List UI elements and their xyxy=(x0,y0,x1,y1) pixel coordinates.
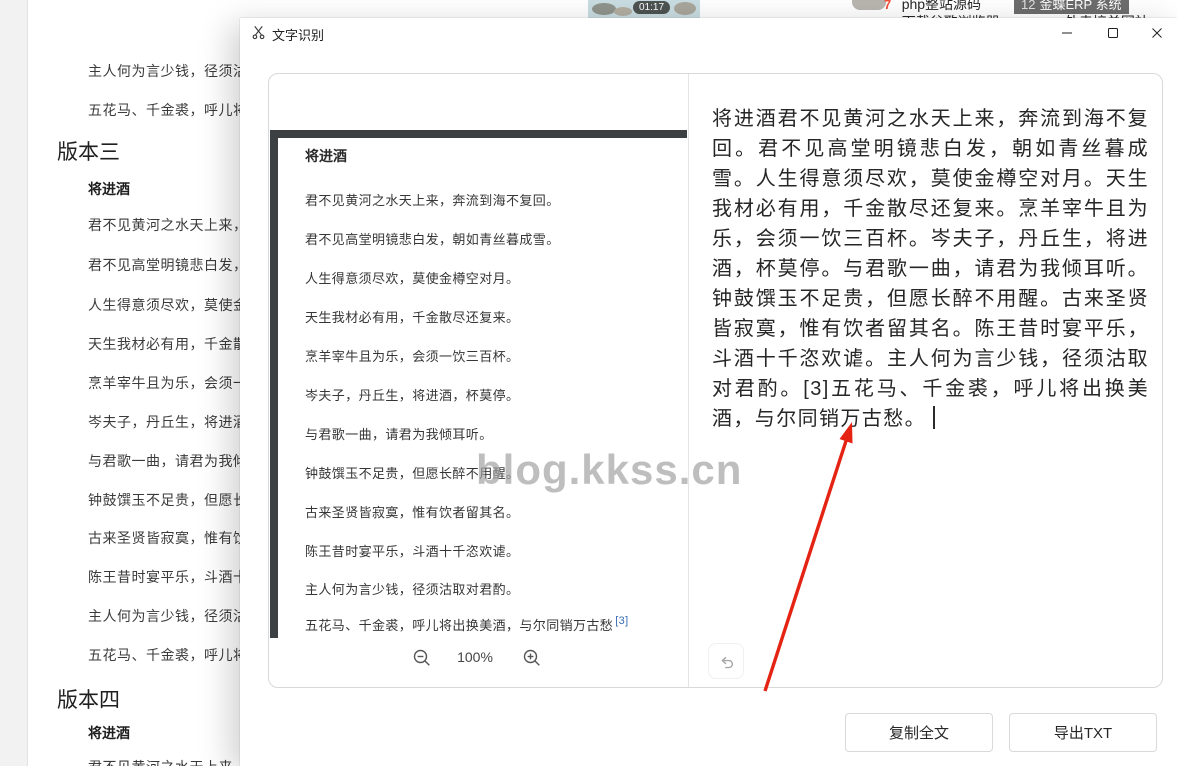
zoom-out-button[interactable] xyxy=(410,646,432,668)
preview-line: 五花马、千金裘，呼儿将出换美酒，与尔同销万古愁[3] xyxy=(305,615,629,632)
preview-page-edge-top xyxy=(270,130,687,138)
preview-line: 钟鼓馔玉不足贵，但愿长醉不用醒。 xyxy=(305,463,519,482)
preview-line: 君不见黄河之水天上来，奔流到海不复回。 xyxy=(305,190,560,209)
zoom-in-button[interactable] xyxy=(520,646,542,668)
thumbnail-shape xyxy=(674,2,696,15)
thumbnail-shape xyxy=(614,7,632,16)
preview-line: 烹羊宰牛且为乐，会须一饮三百杯。 xyxy=(305,346,519,365)
thumbnail-shape xyxy=(592,3,616,15)
background-left-gutter xyxy=(0,0,28,766)
preview-line: 君不见高堂明镜悲白发，朝如青丝暮成雪。 xyxy=(305,229,560,248)
bg-doc-section-heading: 版本三 xyxy=(57,136,120,166)
zoom-in-icon xyxy=(522,648,541,667)
close-button[interactable] xyxy=(1134,18,1177,48)
reference-mark[interactable]: [3] xyxy=(615,615,628,627)
maximize-icon xyxy=(1107,27,1119,39)
dialog-titlebar[interactable] xyxy=(240,18,1177,48)
preview-line: 与君歌一曲，请君为我倾耳听。 xyxy=(305,424,493,443)
undo-button[interactable] xyxy=(708,643,744,679)
bg-video-thumbnail[interactable]: 01:17 xyxy=(588,0,700,18)
screen: 主人何为言少钱，径须沽取对君酌。 五花马、千金裘，呼儿将出换美酒，与尔同销万古愁… xyxy=(0,0,1177,766)
text-cursor xyxy=(933,406,935,429)
ocr-result-text[interactable]: 将进酒君不见黄河之水天上来，奔流到海不复回。君不见高堂明镜悲白发，朝如青丝暮成雪… xyxy=(712,104,1149,434)
minimize-icon xyxy=(1061,27,1073,39)
preview-page: 将进酒 君不见黄河之水天上来，奔流到海不复回。 君不见高堂明镜悲白发，朝如青丝暮… xyxy=(278,138,686,632)
preview-line: 陈王昔时宴平乐，斗酒十千恣欢谑。 xyxy=(305,541,519,560)
export-txt-button[interactable]: 导出TXT xyxy=(1009,713,1157,752)
bg-thumbnail-fragment xyxy=(852,0,886,10)
undo-icon xyxy=(717,652,735,670)
zoom-level: 100% xyxy=(452,649,498,665)
rank-label: 金蝶ERP 系统 xyxy=(1039,0,1121,12)
preview-poem-title: 将进酒 xyxy=(305,146,347,166)
zoom-out-icon xyxy=(412,648,431,667)
rank-label: php整站源码 xyxy=(902,0,981,12)
preview-page-edge-left xyxy=(270,130,278,638)
maximize-button[interactable] xyxy=(1090,18,1136,48)
panel-divider xyxy=(688,74,689,687)
bg-doc-section-heading: 版本四 xyxy=(57,684,120,714)
video-duration-badge: 01:17 xyxy=(633,1,670,14)
bg-doc-poem-title: 将进酒 xyxy=(88,723,130,743)
preview-line: 主人何为言少钱，径须沽取对君酌。 xyxy=(305,579,519,598)
bg-doc-poem-title: 将进酒 xyxy=(88,179,130,199)
rank-number: 12 xyxy=(1021,0,1035,12)
preview-line: 古来圣贤皆寂寞，惟有饮者留其名。 xyxy=(305,502,519,521)
preview-line: 岑夫子，丹丘生，将进酒，杯莫停。 xyxy=(305,385,519,404)
rank-number: 7 xyxy=(884,0,891,12)
scissors-icon xyxy=(251,25,266,45)
minimize-button[interactable] xyxy=(1044,18,1090,48)
preview-line: 天生我材必有用，千金散尽还复来。 xyxy=(305,307,519,326)
close-icon xyxy=(1151,27,1163,39)
copy-full-text-button[interactable]: 复制全文 xyxy=(845,713,993,752)
dialog-title: 文字识别 xyxy=(272,25,324,44)
preview-line: 人生得意须尽欢，莫使金樽空对月。 xyxy=(305,268,519,287)
